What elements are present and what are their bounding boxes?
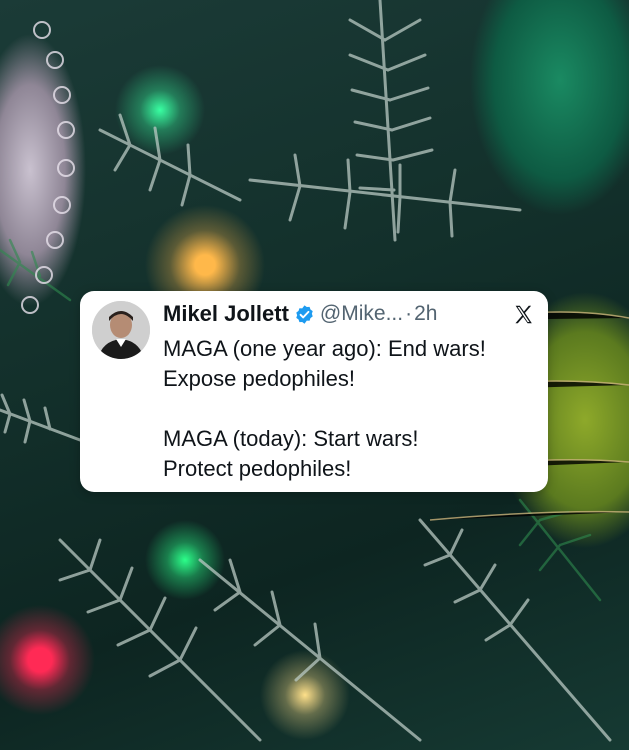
author-name[interactable]: Mikel Jollett [163,301,289,327]
author-handle[interactable]: @Mike... [320,302,403,326]
x-logo-icon[interactable] [513,304,534,325]
tweet-line: MAGA (one year ago): End wars! [163,336,486,361]
verified-badge-icon [296,304,313,324]
tweet-timestamp[interactable]: 2h [414,302,437,326]
separator-dot: · [405,302,413,325]
tweet-card[interactable]: Mikel Jollett @Mike... · 2h MAGA (one ye… [80,291,548,492]
tweet-header: Mikel Jollett @Mike... · 2h [163,298,534,330]
avatar[interactable] [92,301,150,359]
profile-photo-icon [92,301,150,359]
tweet-line: MAGA (today): Start wars! [163,426,419,451]
tweet-line: Protect pedophiles! [163,456,352,481]
tweet-text: MAGA (one year ago): End wars! Expose pe… [163,334,536,484]
tweet-line: Expose pedophiles! [163,366,356,391]
